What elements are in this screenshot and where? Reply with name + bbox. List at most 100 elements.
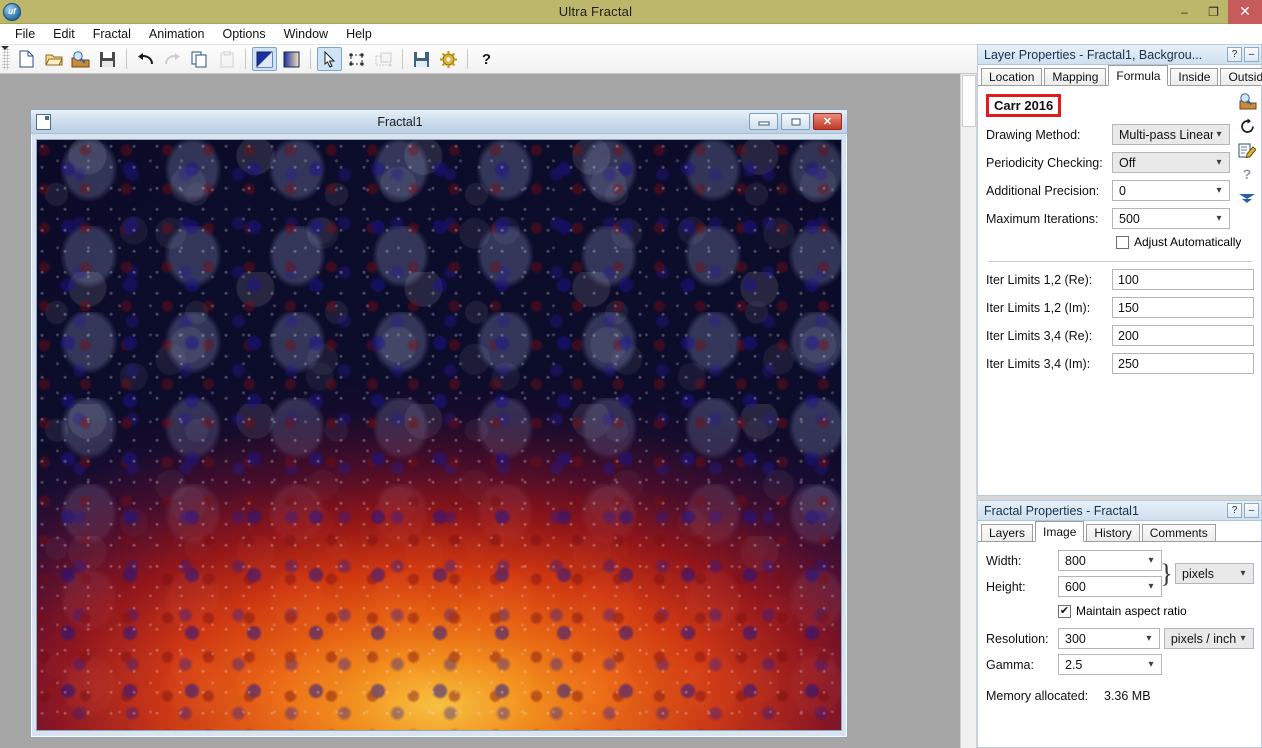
tab-inside[interactable]: Inside: [1170, 68, 1219, 85]
chevron-down-icon: ▾: [1148, 555, 1154, 566]
tab-formula[interactable]: Formula: [1108, 65, 1169, 86]
chevron-down-icon: ▾: [1240, 633, 1246, 644]
tab-outside[interactable]: Outside: [1220, 68, 1262, 85]
close-button[interactable]: ✕: [1228, 0, 1262, 24]
iter-limits-34-im-input[interactable]: 250: [1112, 353, 1254, 374]
open-icon[interactable]: [41, 47, 66, 71]
adjust-automatically-checkbox[interactable]: [1116, 235, 1129, 249]
maximum-iterations-select[interactable]: 500 ▾: [1112, 208, 1230, 229]
formula-tab-body: ? Carr 2016 Drawing Method: Multi-pass L…: [978, 86, 1261, 382]
maintain-aspect-ratio-row: ✔ Maintain aspect ratio: [1058, 604, 1254, 618]
copy-icon[interactable]: [187, 47, 212, 71]
fractal-close-button[interactable]: ✕: [813, 113, 842, 130]
tab-image[interactable]: Image: [1035, 521, 1085, 542]
iter-limits-34-re-row: Iter Limits 3,4 (Re): 200: [986, 325, 1254, 346]
menu-animation[interactable]: Animation: [140, 24, 214, 44]
layer-properties-header: Layer Properties - Fractal1, Backgrou...…: [978, 45, 1261, 65]
resolution-input[interactable]: 300 ▾: [1058, 628, 1160, 649]
height-row: Height: 600 ▾: [986, 576, 1162, 597]
layer-properties-minimize-button[interactable]: –: [1244, 47, 1259, 62]
formula-side-toolbar: ?: [1236, 92, 1258, 208]
fractal-properties-title: Fractal Properties - Fractal1: [984, 503, 1139, 518]
tab-comments[interactable]: Comments: [1141, 524, 1216, 541]
options-icon[interactable]: [436, 47, 461, 71]
fractal-restore-button[interactable]: [781, 113, 810, 130]
formula-name-badge[interactable]: Carr 2016: [986, 94, 1062, 117]
menu-help[interactable]: Help: [337, 24, 381, 44]
iter-limits-34-re-input[interactable]: 200: [1112, 325, 1254, 346]
periodicity-checking-select[interactable]: Off ▾: [1112, 152, 1230, 173]
resolution-unit-value: pixels / inch: [1170, 631, 1237, 646]
title-bar: uf Ultra Fractal – ❐ ✕: [0, 0, 1262, 24]
chevron-down-icon: ▾: [1148, 659, 1154, 670]
menu-options[interactable]: Options: [214, 24, 275, 44]
height-value: 600: [1065, 579, 1086, 594]
additional-precision-select[interactable]: 0 ▾: [1112, 180, 1230, 201]
fractal-image[interactable]: [36, 139, 842, 731]
width-value: 800: [1065, 553, 1086, 568]
toolbar-grip[interactable]: [1, 46, 10, 70]
help-field-icon[interactable]: ?: [1237, 164, 1257, 184]
chevron-down-icon: ▾: [1216, 129, 1222, 140]
periodicity-checking-value: Off: [1119, 155, 1136, 170]
menu-edit[interactable]: Edit: [44, 24, 84, 44]
menu-window[interactable]: Window: [275, 24, 337, 44]
iter-limits-12-re-row: Iter Limits 1,2 (Re): 100: [986, 269, 1254, 290]
gamma-input[interactable]: 2.5 ▾: [1058, 654, 1162, 675]
maximum-iterations-value: 500: [1119, 211, 1140, 226]
gradient-icon[interactable]: [279, 47, 304, 71]
undo-icon[interactable]: [133, 47, 158, 71]
browse-formula-icon[interactable]: [1237, 92, 1257, 112]
workspace-vertical-scrollbar[interactable]: [960, 74, 976, 748]
add-layer-icon[interactable]: [371, 47, 396, 71]
render-to-disk-icon[interactable]: [409, 47, 434, 71]
fractal-minimize-button[interactable]: [749, 113, 778, 130]
select-tool-icon[interactable]: [317, 47, 342, 71]
help-icon[interactable]: ?: [474, 47, 499, 71]
layer-properties-tabs: Location Mapping Formula Inside Outside: [978, 65, 1262, 86]
memory-allocated-label: Memory allocated:: [986, 689, 1089, 703]
redo-icon[interactable]: [160, 47, 185, 71]
maximum-iterations-row: Maximum Iterations: 500 ▾: [986, 208, 1254, 229]
workspace-scroll-thumb[interactable]: [962, 75, 976, 127]
fractal-window-title: Fractal1: [377, 114, 423, 129]
maintain-aspect-ratio-checkbox[interactable]: ✔: [1058, 604, 1071, 618]
tab-layers[interactable]: Layers: [981, 524, 1034, 541]
fractal-properties-tabs: Layers Image History Comments: [978, 521, 1261, 542]
restore-button[interactable]: ❐: [1199, 0, 1228, 24]
minimize-button[interactable]: –: [1170, 0, 1199, 24]
paste-icon[interactable]: [214, 47, 239, 71]
mask-tool-icon[interactable]: [344, 47, 369, 71]
expand-iterations-icon[interactable]: [1237, 188, 1257, 208]
drawing-method-select[interactable]: Multi-pass Linear ▾: [1112, 124, 1230, 145]
iter-limits-12-im-input[interactable]: 150: [1112, 297, 1254, 318]
fractal-properties-help-button[interactable]: ?: [1227, 503, 1242, 518]
tab-history[interactable]: History: [1086, 524, 1140, 541]
width-input[interactable]: 800 ▾: [1058, 550, 1162, 571]
menu-fractal[interactable]: Fractal: [84, 24, 140, 44]
drawing-method-value: Multi-pass Linear: [1119, 127, 1213, 142]
menu-file[interactable]: File: [6, 24, 44, 44]
layer-properties-help-button[interactable]: ?: [1227, 47, 1242, 62]
tab-mapping[interactable]: Mapping: [1044, 68, 1107, 85]
fractal-properties-minimize-button[interactable]: –: [1244, 503, 1259, 518]
reload-formula-icon[interactable]: [1237, 116, 1257, 136]
browse-icon[interactable]: [68, 47, 93, 71]
save-icon[interactable]: [95, 47, 120, 71]
iter-limits-12-re-input[interactable]: 100: [1112, 269, 1254, 290]
chevron-down-icon: ▾: [1216, 157, 1222, 168]
width-row: Width: 800 ▾: [986, 550, 1162, 571]
fractal-window-icon[interactable]: [252, 47, 277, 71]
gamma-label: Gamma:: [986, 657, 1034, 672]
additional-precision-label: Additional Precision:: [986, 183, 1100, 198]
height-input[interactable]: 600 ▾: [1058, 576, 1162, 597]
tab-location[interactable]: Location: [981, 68, 1043, 85]
size-unit-select[interactable]: pixels ▾: [1175, 563, 1254, 584]
periodicity-checking-label: Periodicity Checking:: [986, 155, 1103, 170]
adjust-automatically-row: Adjust Automatically: [1116, 235, 1254, 249]
resolution-unit-select[interactable]: pixels / inch ▾: [1163, 628, 1254, 649]
fractal-child-window: Fractal1 ✕: [30, 109, 848, 738]
new-icon[interactable]: [14, 47, 39, 71]
edit-formula-icon[interactable]: [1237, 140, 1257, 160]
maintain-aspect-ratio-label: Maintain aspect ratio: [1076, 604, 1187, 618]
